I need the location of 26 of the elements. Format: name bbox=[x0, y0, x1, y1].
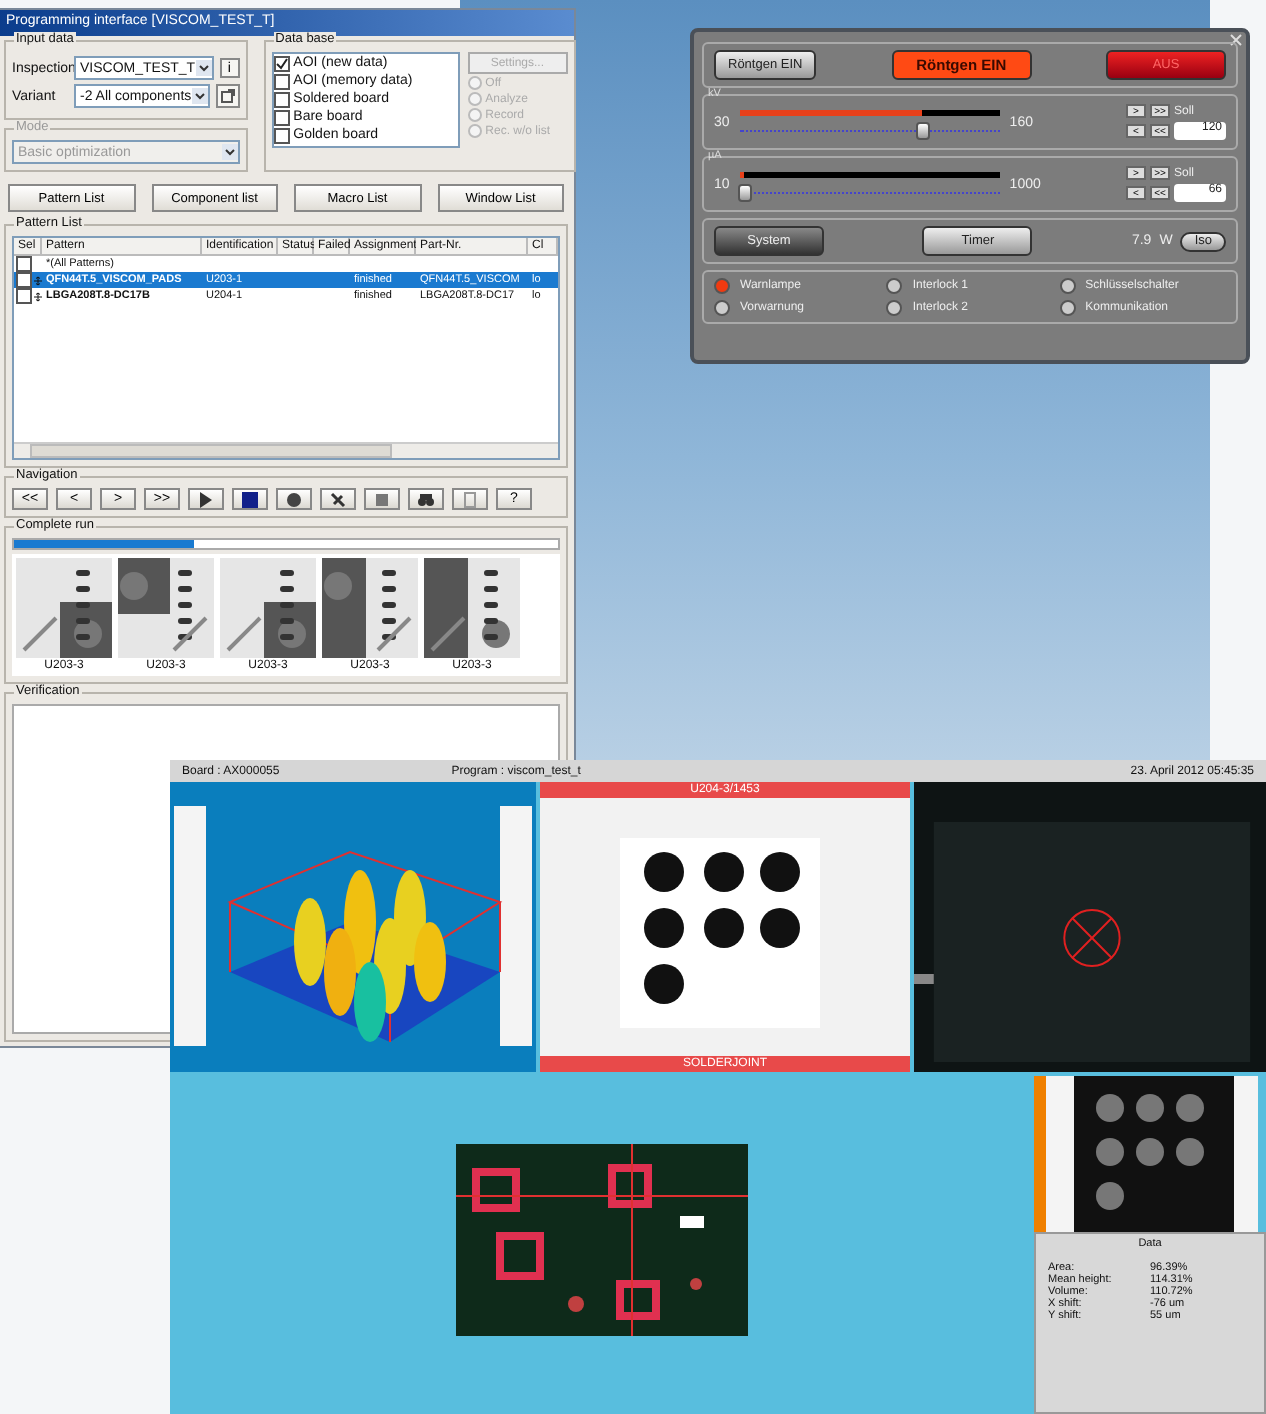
square-button[interactable] bbox=[364, 488, 400, 510]
dropdown-arrow-icon[interactable] bbox=[191, 88, 208, 104]
checkbox[interactable] bbox=[16, 288, 32, 304]
stop-button[interactable] bbox=[232, 488, 268, 510]
slider-thumb[interactable] bbox=[738, 184, 753, 202]
checkbox[interactable] bbox=[273, 127, 290, 143]
checkbox[interactable] bbox=[16, 272, 32, 288]
tool-button[interactable] bbox=[320, 488, 356, 510]
play-button[interactable] bbox=[188, 488, 224, 510]
dropdown-arrow-icon[interactable] bbox=[195, 60, 212, 76]
close-icon[interactable] bbox=[1230, 34, 1242, 46]
checkbox[interactable] bbox=[273, 73, 290, 89]
slider-thumb[interactable] bbox=[915, 122, 930, 140]
checkbox[interactable] bbox=[16, 256, 32, 272]
checkbox[interactable] bbox=[273, 55, 290, 71]
record-button[interactable] bbox=[276, 488, 312, 510]
checkbox[interactable] bbox=[273, 109, 290, 125]
binoculars-button[interactable] bbox=[408, 488, 444, 510]
stop-icon bbox=[242, 491, 258, 507]
play-icon bbox=[198, 491, 214, 507]
scrollbar-thumb[interactable] bbox=[30, 444, 393, 458]
square-icon bbox=[374, 491, 390, 507]
checkbox[interactable] bbox=[273, 91, 290, 107]
binoculars-icon bbox=[418, 491, 434, 507]
document-icon bbox=[462, 491, 478, 507]
record-icon bbox=[286, 491, 302, 507]
